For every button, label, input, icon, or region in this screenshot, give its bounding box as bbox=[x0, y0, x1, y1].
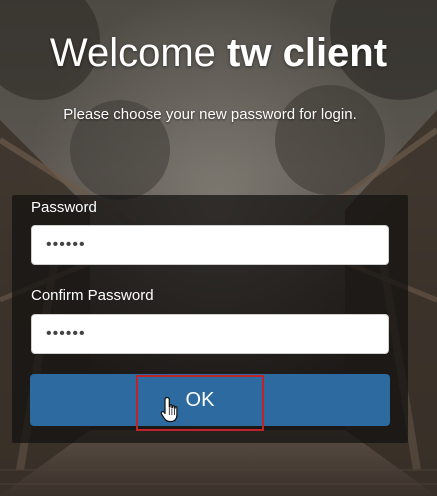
confirm-password-field[interactable] bbox=[31, 314, 389, 354]
password-label: Password bbox=[31, 199, 97, 216]
instruction-text: Please choose your new password for logi… bbox=[63, 106, 357, 123]
ok-button[interactable] bbox=[30, 374, 390, 426]
welcome-heading: Welcome tw client bbox=[0, 28, 437, 78]
welcome-text: Welcome bbox=[49, 31, 216, 75]
confirm-password-label: Confirm Password bbox=[31, 287, 154, 304]
password-field[interactable] bbox=[31, 225, 389, 265]
login-page: Welcome tw client Please choose your new… bbox=[0, 0, 437, 496]
client-name: tw client bbox=[227, 31, 388, 75]
